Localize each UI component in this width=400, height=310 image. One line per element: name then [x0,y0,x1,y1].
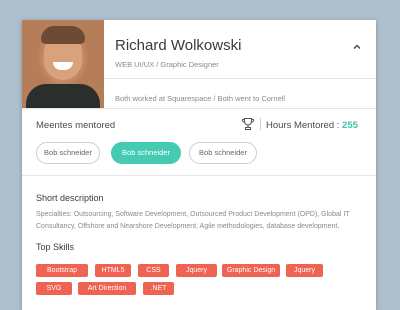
skill-tag[interactable]: Jquery [176,264,217,277]
skill-tag[interactable]: CSS [138,264,169,277]
hours-mentored-label: Hours Mentored : [266,120,343,131]
profile-photo [22,20,104,108]
skill-tag[interactable]: Bootstrap [36,264,88,277]
mentees-mentored-label: Meentes mentored [36,120,116,131]
skill-tag[interactable]: Graphic Design [222,264,280,277]
skill-tag[interactable]: Art Direction [78,282,136,295]
chevron-up-icon[interactable] [352,42,362,52]
hours-separator [260,118,261,130]
mentee-pill-active[interactable]: Bob schneider [111,142,181,164]
profile-card: Richard Wolkowski WEB UI/UX / Graphic De… [22,20,376,310]
short-description-title: Short description [36,193,104,203]
profile-name: Richard Wolkowski [115,37,242,54]
skill-tag[interactable]: HTML5 [95,264,131,277]
trophy-icon [241,117,255,130]
section-divider [22,175,376,176]
section-divider [22,108,376,109]
shared-background: Both worked at Squarespace / Both went t… [115,94,286,103]
mentee-pill[interactable]: Bob schneider [36,142,100,164]
photo-shirt [26,84,100,108]
skill-tag[interactable]: SVG [36,282,72,295]
photo-hair [41,26,85,44]
hours-mentored: Hours Mentored : 255 [266,120,358,131]
short-description-text: Specialties: Outsourcing, Software Devel… [36,211,350,230]
profile-role: WEB UI/UX / Graphic Designer [115,60,219,69]
header-divider [104,78,376,79]
top-skills-title: Top Skills [36,242,75,252]
mentee-pill[interactable]: Bob schneider [189,142,257,164]
skill-tag[interactable]: .NET [143,282,174,295]
hours-mentored-value: 255 [342,120,358,131]
skill-tag[interactable]: Jquery [286,264,323,277]
